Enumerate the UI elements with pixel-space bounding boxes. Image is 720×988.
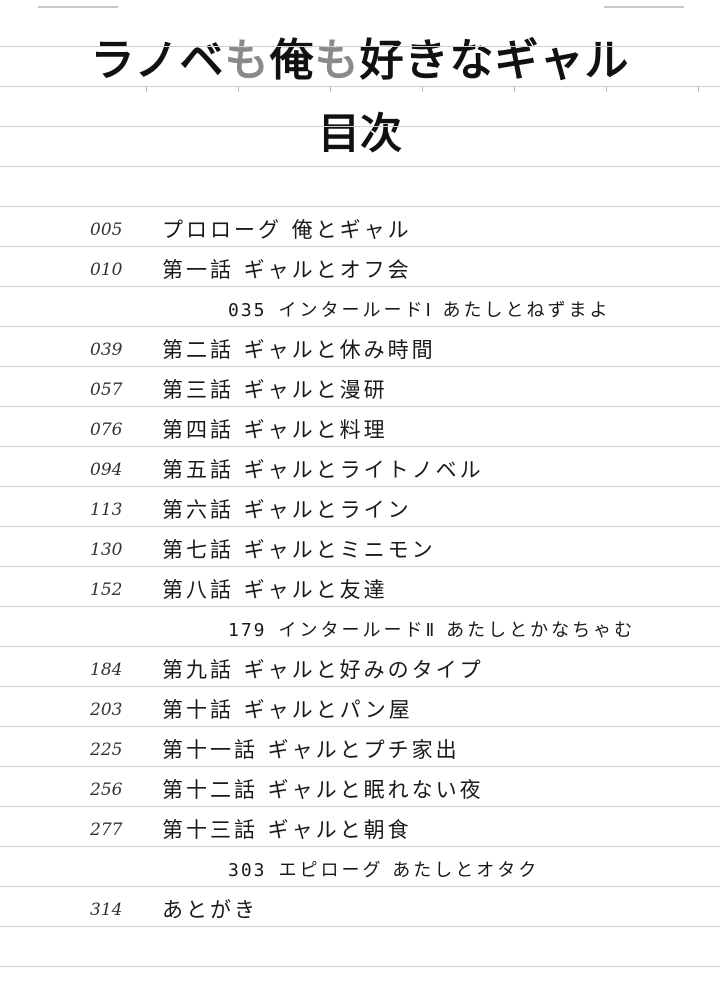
book-title: ラノベも俺も好きなギャル: [0, 24, 720, 88]
page-number: 179: [228, 620, 267, 641]
page-number: 130: [90, 540, 123, 560]
page-number: 035: [228, 300, 267, 321]
page-number: 203: [90, 700, 123, 720]
ruled-line: [0, 126, 720, 127]
entry-title: あとがき: [162, 898, 258, 922]
entry-title: 第三話 ギャルと漫研: [162, 378, 388, 402]
interlude-entry: 035 インタールードⅠ あたしとねずまよ: [228, 296, 611, 322]
list-item: 303 エピローグ あたしとオタク: [0, 848, 720, 888]
entry-title: 第一話 ギャルとオフ会: [162, 258, 412, 282]
list-item: 039 第二話 ギャルと休み時間: [0, 328, 720, 368]
page-number: 005: [90, 220, 123, 240]
page-number: 184: [90, 660, 123, 680]
ruled-line: [0, 166, 720, 167]
ruled-line: [0, 206, 720, 207]
entry-title: 第九話 ギャルと好みのタイプ: [162, 658, 484, 682]
list-item: 179 インタールードⅡ あたしとかなちゃむ: [0, 608, 720, 648]
ruled-tick: [330, 86, 331, 92]
top-mark-left: [38, 6, 118, 8]
page-number: 039: [90, 340, 123, 360]
interlude-entry: 179 インタールードⅡ あたしとかなちゃむ: [228, 616, 635, 642]
page-number: 094: [90, 460, 123, 480]
ruled-tick: [698, 86, 699, 92]
ruled-tick: [422, 86, 423, 92]
entry-title: インタールードⅠ あたしとねずまよ: [278, 300, 611, 321]
entry-title: 第七話 ギャルとミニモン: [162, 538, 436, 562]
page-number: 277: [90, 820, 123, 840]
ruled-line: [0, 86, 720, 87]
list-item: 010 第一話 ギャルとオフ会: [0, 248, 720, 288]
list-item: 035 インタールードⅠ あたしとねずまよ: [0, 288, 720, 328]
ruled-tick: [514, 86, 515, 92]
page-number: 010: [90, 260, 123, 280]
page-number: 057: [90, 380, 123, 400]
entry-title: プロローグ 俺とギャル: [162, 218, 412, 242]
page-number: 152: [90, 580, 123, 600]
entry-title: 第十二話 ギャルと眠れない夜: [162, 778, 484, 802]
page-number: 303: [228, 860, 267, 881]
page-number: 314: [90, 900, 123, 920]
page-number: 113: [90, 500, 123, 520]
ruled-line: [0, 966, 720, 967]
entry-title: 第八話 ギャルと友達: [162, 578, 388, 602]
entry-title: 第五話 ギャルとライトノベル: [162, 458, 484, 482]
list-item: 076 第四話 ギャルと料理: [0, 408, 720, 448]
list-item: 057 第三話 ギャルと漫研: [0, 368, 720, 408]
list-item: 130 第七話 ギャルとミニモン: [0, 528, 720, 568]
list-item: 094 第五話 ギャルとライトノベル: [0, 448, 720, 488]
book-title-part: ラノベ: [90, 35, 225, 86]
list-item: 113 第六話 ギャルとライン: [0, 488, 720, 528]
list-item: 256 第十二話 ギャルと眠れない夜: [0, 768, 720, 808]
list-item: 225 第十一話 ギャルとプチ家出: [0, 728, 720, 768]
page-number: 076: [90, 420, 123, 440]
toc-heading: 目次: [317, 109, 402, 158]
book-title-part: も: [224, 35, 270, 86]
page-number: 225: [90, 740, 123, 760]
entry-title: 第十話 ギャルとパン屋: [162, 698, 413, 722]
list-item: 152 第八話 ギャルと友達: [0, 568, 720, 608]
toc-page: ラノベも俺も好きなギャル 目次 005 プロローグ 俺とギャル 010 第一話 ギャル…: [0, 0, 720, 988]
list-item: 184 第九話 ギャルと好みのタイプ: [0, 648, 720, 688]
list-item: 277 第十三話 ギャルと朝食: [0, 808, 720, 848]
interlude-entry: 303 エピローグ あたしとオタク: [228, 856, 539, 882]
book-title-part: 俺: [269, 35, 315, 86]
entry-title: インタールードⅡ あたしとかなちゃむ: [278, 620, 636, 641]
entry-title: 第二話 ギャルと休み時間: [162, 338, 436, 362]
entry-title: 第六話 ギャルとライン: [162, 498, 412, 522]
entry-title: エピローグ あたしとオタク: [278, 860, 540, 881]
entry-title: 第四話 ギャルと料理: [162, 418, 388, 442]
list-item: 005 プロローグ 俺とギャル: [0, 208, 720, 248]
book-title-part: 好きなギャル: [359, 35, 630, 86]
ruled-tick: [238, 86, 239, 92]
entry-title: 第十三話 ギャルと朝食: [162, 818, 412, 842]
list-item: 314 あとがき: [0, 888, 720, 928]
top-mark-right: [604, 6, 684, 8]
ruled-line: [0, 46, 720, 47]
ruled-tick: [606, 86, 607, 92]
book-title-part: も: [314, 35, 360, 86]
entry-title: 第十一話 ギャルとプチ家出: [162, 738, 460, 762]
ruled-tick: [146, 86, 147, 92]
list-item: 203 第十話 ギャルとパン屋: [0, 688, 720, 728]
page-number: 256: [90, 780, 123, 800]
